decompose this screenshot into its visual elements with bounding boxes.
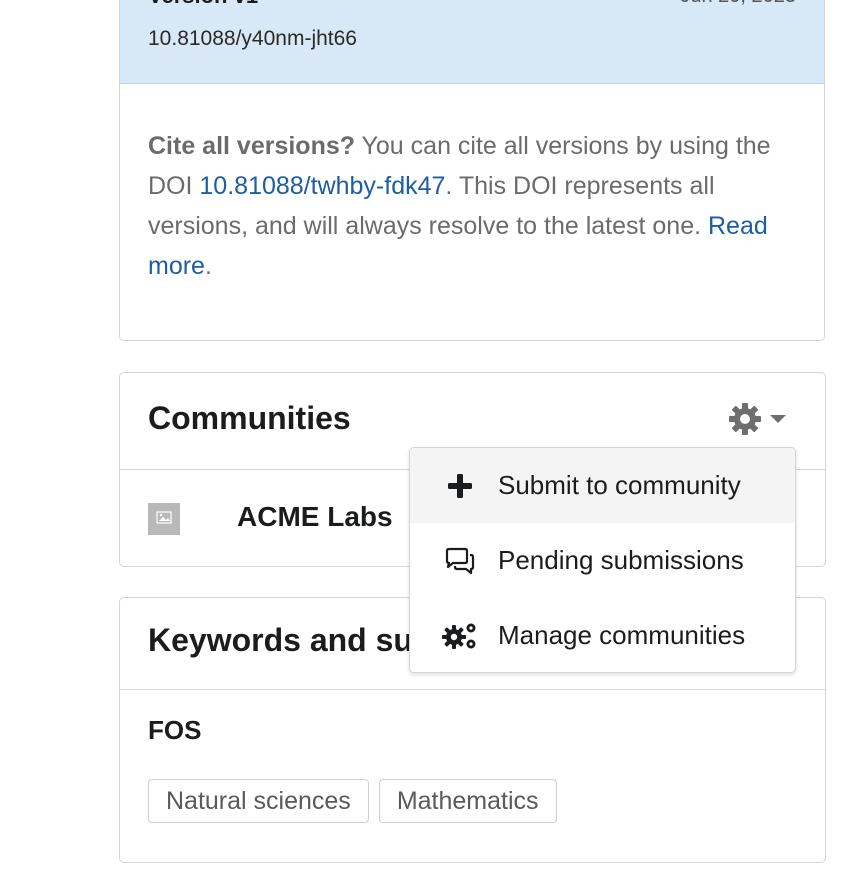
cogs-icon [442, 618, 478, 654]
version-date: Jun 20, 2023 [680, 0, 796, 8]
concept-doi-link[interactable]: 10.81088/twhby-fdk47 [199, 172, 445, 200]
versions-panel: Version v1 Jun 20, 2023 10.81088/y40nm-j… [119, 0, 825, 341]
cite-all-end: . [204, 252, 212, 280]
version-title: Version v1 [148, 0, 258, 9]
subject-tag[interactable]: Natural sciences [148, 779, 369, 823]
subject-tags: Natural sciences Mathematics [148, 779, 557, 823]
image-icon [156, 510, 172, 529]
subject-group-label: FOS [148, 715, 202, 745]
menu-item-label: Pending submissions [498, 545, 744, 575]
communities-title: Communities [148, 400, 351, 436]
cite-all-versions-text: Cite all versions? You can cite all vers… [148, 126, 788, 286]
community-name[interactable]: ACME Labs [237, 501, 393, 533]
menu-item-submit-to-community[interactable]: Submit to community [410, 448, 795, 523]
menu-item-label: Submit to community [498, 470, 741, 500]
active-version-item[interactable]: Version v1 Jun 20, 2023 10.81088/y40nm-j… [120, 0, 824, 84]
communities-manage-button[interactable] [727, 401, 797, 441]
subject-tag[interactable]: Mathematics [378, 779, 557, 823]
menu-item-label: Manage communities [498, 620, 746, 650]
menu-item-pending-submissions[interactable]: Pending submissions [410, 523, 795, 598]
version-doi: 10.81088/y40nm-jht66 [148, 27, 357, 50]
community-logo-placeholder [148, 503, 180, 535]
communities-dropdown-menu: Submit to community Pending submissions [409, 447, 796, 673]
cite-all-label: Cite all versions? [148, 132, 356, 160]
caret-down-icon [769, 412, 787, 430]
gear-icon [727, 401, 763, 442]
comments-icon [442, 543, 478, 579]
menu-item-manage-communities[interactable]: Manage communities [410, 598, 795, 673]
plus-icon [442, 468, 478, 504]
